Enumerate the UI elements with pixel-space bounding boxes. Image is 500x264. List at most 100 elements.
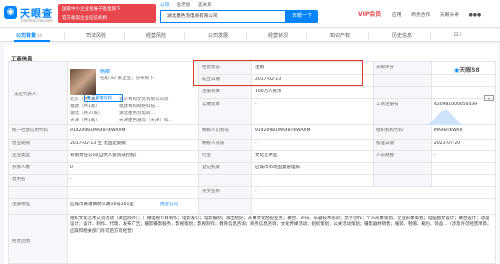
search-button[interactable]: 天眼一下 <box>286 10 318 23</box>
tab-divider <box>64 32 65 39</box>
logo-url: TianYanCha.com <box>20 18 53 23</box>
org-code-value: MA48TKWAX <box>434 128 463 133</box>
row-divider <box>9 139 495 140</box>
avatar <box>70 69 96 95</box>
former-name-value: - <box>70 177 72 182</box>
regno-label: 工商注册号 <box>376 102 399 107</box>
row-divider <box>198 86 495 87</box>
region-note[interactable]: 天津墨色潮流（天津）科... <box>119 118 191 124</box>
term-label: 营业期限 <box>12 141 30 146</box>
row-divider <box>9 174 495 175</box>
nav-business[interactable]: 商务合作 <box>411 13 430 18</box>
scope-value: 组织文化艺术交流活动（演出除外）；广播电视节目制作；电影发行；电影摄制；演出经纪… <box>70 216 492 234</box>
share-icon[interactable]: ▲ <box>484 95 494 101</box>
tab-intellectual-property[interactable]: 知识产权 <box>330 32 350 39</box>
tab-judicial-risk[interactable]: 司法风险 <box>86 32 106 39</box>
english-name-label: 英文名称 <box>202 189 220 194</box>
taxpayer-id-label: 纳税人识别号 <box>202 128 229 133</box>
taxpayer-qual-label: 纳税人资质 <box>202 141 225 146</box>
tab-company-development[interactable]: 公司发展 <box>208 32 228 39</box>
credit-code-value: 91420981MA48TKWAXM <box>70 128 126 133</box>
legal-rep-label: 法定代表人 <box>14 92 37 97</box>
tab-divider <box>184 32 185 39</box>
highlight-box <box>193 60 363 86</box>
tab-company-background[interactable]: 公司背景16 <box>16 32 42 39</box>
col-divider <box>373 62 374 186</box>
capital-label: 注册资本 <box>202 89 220 94</box>
taxpayer-id-value: 91420981MA48TKWAXM <box>255 128 311 133</box>
registry-value: 应城市市场监督管理局 <box>255 165 300 170</box>
term-value: 2017-02-13 至 无固定期限 <box>70 141 127 146</box>
capital-value: 100万人民币 <box>255 89 282 94</box>
vip-link[interactable]: VIP会员 <box>358 9 381 18</box>
tab-operating-risk[interactable]: 经营风险 <box>146 32 166 39</box>
banner-line1: 国家中小企业发展子基金旗下 <box>62 7 121 12</box>
region-note[interactable]: 福建青和网络科技... <box>119 104 191 110</box>
score-number: 58 <box>471 67 480 74</box>
search-tab-boss[interactable]: 查老板 <box>177 3 191 8</box>
tab-more-icon: ⊡ <box>454 32 459 38</box>
insured-value: 0 <box>70 165 73 170</box>
english-name-value: - <box>255 189 257 194</box>
taxpayer-qual-value: - <box>255 141 257 146</box>
tab-divider <box>246 32 247 39</box>
search-input[interactable]: 湖北墨色泡电商有限公司 <box>160 10 286 23</box>
score-chart <box>424 110 466 125</box>
tab-divider <box>430 32 431 39</box>
banner-line2: 官方备案企业征信机构 <box>62 16 107 21</box>
tab-label: 公司背景 <box>16 33 37 39</box>
nav-more[interactable]: ●●● <box>469 13 482 18</box>
credit-code-label: 统一社会信用代码 <box>12 128 48 133</box>
promo-banner[interactable]: 国家中小企业发展子基金旗下 官方备案企业征信机构 <box>58 4 156 23</box>
address-value: 应城市黄滩镇明义路16号201室 <box>70 202 134 207</box>
row-divider <box>198 98 495 99</box>
staff-size-label: 人员规模 <box>376 153 394 158</box>
active-tab-underline <box>14 40 50 42</box>
region-note[interactable]: 北京青和文化有限公司等 <box>119 97 191 103</box>
row-divider <box>9 198 495 199</box>
approval-date-label: 核准日期 <box>376 141 394 146</box>
tab-divider <box>368 32 369 39</box>
row-divider <box>9 186 495 187</box>
region-note[interactable]: 湖北墨色泡电商... <box>119 111 191 117</box>
search-tab-company[interactable]: 公司 <box>160 3 169 8</box>
tab-count: 2 <box>459 32 462 37</box>
row-divider <box>9 162 495 163</box>
logo-eye-icon: ◉ <box>4 6 17 19</box>
nearby-companies-link[interactable]: 附近公司 <box>160 202 178 208</box>
legal-rep-name[interactable]: 杨柳 <box>100 69 110 75</box>
score-brand: 天眼 <box>459 67 472 74</box>
registry-label: 登记机关 <box>202 165 220 170</box>
paidin-label: 实缴资本 <box>202 102 220 107</box>
tab-count: 16 <box>37 33 43 38</box>
region-item[interactable]: 天津（共1家） <box>70 118 100 124</box>
region-item[interactable]: 湖北（共37家） <box>70 111 103 117</box>
approval-date-value: 2021-07-20 <box>434 141 461 146</box>
region-item[interactable]: 福建（共1家） <box>70 104 100 110</box>
score-value: ◉天眼58 <box>454 65 480 74</box>
tab-operating-status[interactable]: 经营状况 <box>268 32 288 39</box>
search-type-tabs: 公司 查老板 查关系 <box>160 2 218 8</box>
scope-label: 经营范围 <box>12 239 30 244</box>
insured-label: 参保人数 <box>12 165 30 170</box>
col-divider <box>67 62 68 263</box>
region-item[interactable]: 北京（共1家） <box>70 97 100 103</box>
nav-news[interactable]: 天眼头条 <box>440 13 459 18</box>
legal-rep-sub: 任职 42 家企业，分布如下 <box>100 76 154 81</box>
top-header: ◉ 天眼查 TianYanCha.com 国家中小企业发展子基金旗下 官方备案企… <box>0 0 500 28</box>
score-label: 天眼评分 <box>376 65 394 70</box>
row-divider <box>9 124 495 125</box>
org-code-label: 组织机构代码 <box>376 128 403 133</box>
tab-more[interactable]: ⊡2 <box>454 32 462 38</box>
search-tab-relation[interactable]: 查关系 <box>198 3 212 8</box>
row-divider <box>9 150 495 151</box>
tab-history[interactable]: 历史信息 <box>392 32 412 39</box>
industry-label: 行业 <box>202 153 211 158</box>
company-type-value: 有限责任公司(自然人投资或控股) <box>70 153 137 158</box>
tab-divider <box>306 32 307 39</box>
row-divider <box>9 214 495 215</box>
company-tabs: 公司背景16 司法风险 经营风险 公司发展 经营状况 知识产权 历史信息 ⊡2 <box>0 29 500 42</box>
tab-divider <box>124 32 125 39</box>
nav-apps[interactable]: 应用 <box>392 13 402 18</box>
header-nav: 应用 商务合作 天眼头条 ●●● <box>392 11 489 18</box>
